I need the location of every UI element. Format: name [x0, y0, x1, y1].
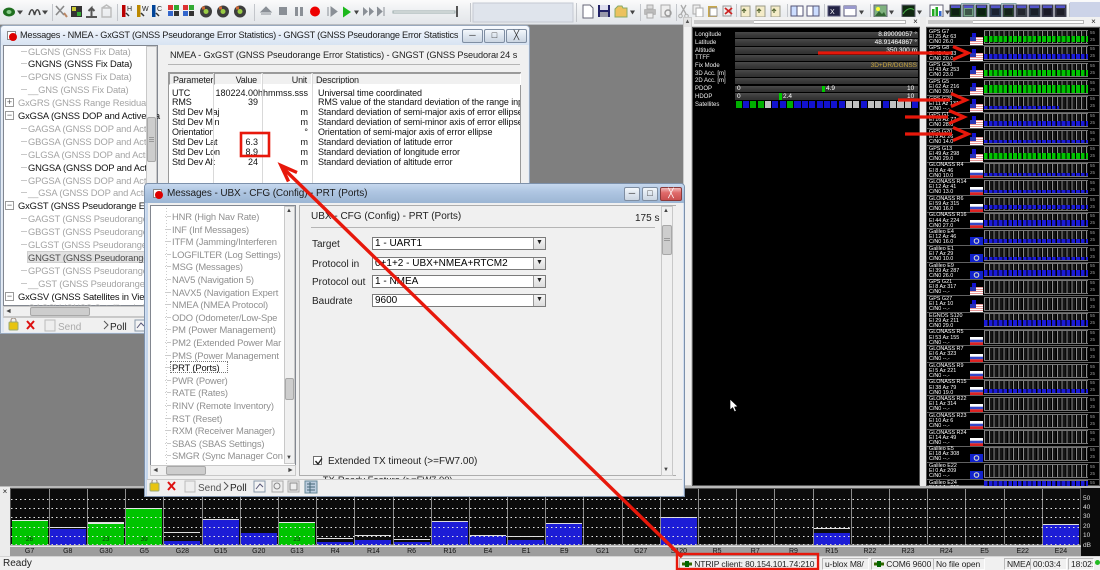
svg-text:H: H: [127, 6, 132, 13]
svg-text:Send: Send: [198, 483, 221, 494]
svg-text:C: C: [157, 6, 162, 13]
svg-text:Poll: Poll: [230, 483, 247, 494]
svg-text:W: W: [142, 6, 149, 13]
svg-text:Send: Send: [58, 322, 81, 333]
svg-text:Poll: Poll: [110, 322, 127, 333]
svg-text:X: X: [830, 9, 835, 16]
